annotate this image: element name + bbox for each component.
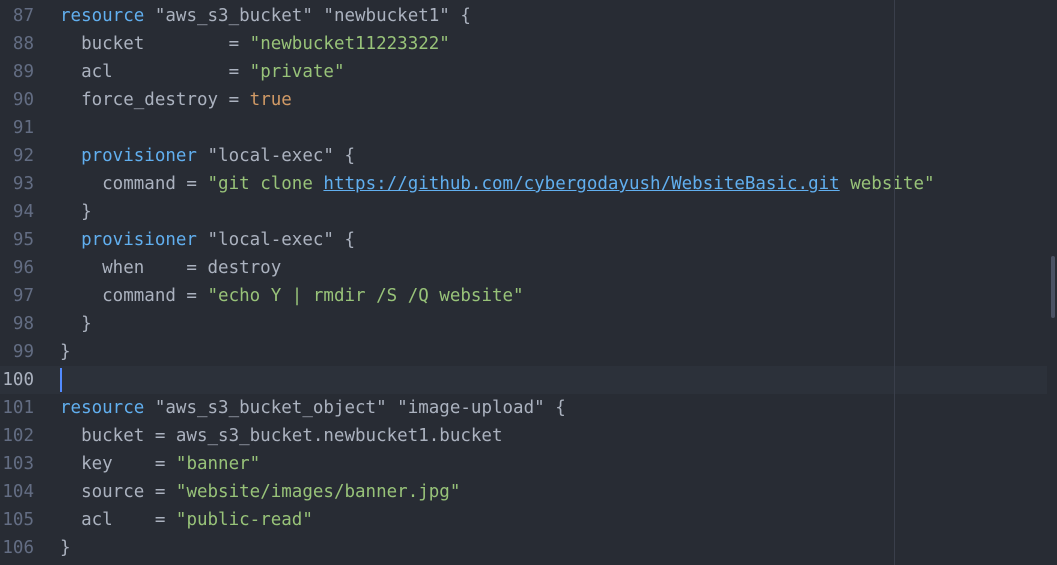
code-lines[interactable]: 87 resource "aws_s3_bucket" "newbucket1" …: [0, 2, 1047, 562]
line-number: 87: [12, 6, 34, 26]
code-line[interactable]: 94 }: [0, 198, 1047, 226]
code-editor[interactable]: 87 resource "aws_s3_bucket" "newbucket1" …: [0, 0, 1057, 565]
line-text[interactable]: provisioner "local-exec" {: [60, 226, 355, 254]
code-token: bucket = aws_s3_bucket.newbucket1.bucket: [60, 426, 503, 446]
code-token: "git clone: [207, 174, 324, 194]
code-token: true: [249, 90, 292, 110]
line-number: 94: [12, 202, 34, 222]
scrollbar-thumb[interactable]: [1051, 256, 1055, 318]
line-text[interactable]: resource "aws_s3_bucket" "newbucket1" {: [60, 2, 471, 30]
line-text[interactable]: command = "git clone https://github.com/…: [60, 170, 935, 198]
code-line[interactable]: 98 }: [0, 310, 1047, 338]
code-token: "public-read": [175, 510, 313, 530]
code-token: "local-exec" {: [196, 230, 356, 250]
line-number: 88: [12, 34, 34, 54]
code-line[interactable]: 89 acl = "private": [0, 58, 1047, 86]
line-text[interactable]: resource "aws_s3_bucket_object" "image-u…: [60, 394, 566, 422]
code-token: source =: [60, 482, 176, 502]
line-text[interactable]: }: [60, 310, 92, 338]
code-token: provisioner: [81, 146, 197, 166]
code-line[interactable]: 103 key = "banner": [0, 450, 1047, 478]
line-text[interactable]: bucket = aws_s3_bucket.newbucket1.bucket: [60, 422, 503, 450]
line-text[interactable]: key = "banner": [60, 450, 260, 478]
code-line[interactable]: 91: [0, 114, 1047, 142]
code-line[interactable]: 93 command = "git clone https://github.c…: [0, 170, 1047, 198]
code-token: resource: [60, 398, 145, 418]
code-token: }: [60, 314, 92, 334]
code-token: key =: [60, 454, 176, 474]
code-line[interactable]: 96 when = destroy: [0, 254, 1047, 282]
text-cursor: [60, 368, 62, 392]
line-number: 93: [12, 174, 34, 194]
code-token: "private": [249, 62, 345, 82]
code-line[interactable]: 90 force_destroy = true: [0, 86, 1047, 114]
wrap-guide: [894, 0, 895, 565]
line-text[interactable]: }: [60, 534, 71, 562]
line-text[interactable]: acl = "private": [60, 58, 344, 86]
code-line[interactable]: 100: [0, 366, 1047, 394]
line-number: 101: [2, 398, 34, 418]
vertical-scrollbar[interactable]: [1047, 0, 1057, 565]
code-token: resource: [60, 6, 145, 26]
code-line[interactable]: 92 provisioner "local-exec" {: [0, 142, 1047, 170]
line-number: 98: [12, 314, 34, 334]
line-number: 104: [2, 482, 34, 502]
code-token: "aws_s3_bucket_object" "image-upload" {: [144, 398, 566, 418]
code-token: "banner": [175, 454, 261, 474]
code-token: website": [839, 174, 935, 194]
code-line[interactable]: 102 bucket = aws_s3_bucket.newbucket1.bu…: [0, 422, 1047, 450]
line-text[interactable]: source = "website/images/banner.jpg": [60, 478, 460, 506]
code-line[interactable]: 99}: [0, 338, 1047, 366]
code-token: "website/images/banner.jpg": [175, 482, 461, 502]
line-number: 90: [12, 90, 34, 110]
line-text[interactable]: acl = "public-read": [60, 506, 313, 534]
code-token: force_destroy =: [60, 90, 250, 110]
code-token: when = destroy: [60, 258, 282, 278]
line-text[interactable]: }: [60, 338, 71, 366]
code-token: bucket =: [60, 34, 250, 54]
code-line[interactable]: 106}: [0, 534, 1047, 562]
line-text[interactable]: when = destroy: [60, 254, 281, 282]
code-token: acl =: [60, 62, 250, 82]
code-token: provisioner: [81, 230, 197, 250]
code-line[interactable]: 87 resource "aws_s3_bucket" "newbucket1" …: [0, 2, 1047, 30]
line-number: 92: [12, 146, 34, 166]
code-token: "echo Y | rmdir /S /Q website": [207, 286, 524, 306]
code-line[interactable]: 105 acl = "public-read": [0, 506, 1047, 534]
line-text[interactable]: provisioner "local-exec" {: [60, 142, 355, 170]
code-token: acl =: [60, 510, 176, 530]
code-line[interactable]: 101 resource "aws_s3_bucket_object" "imag…: [0, 394, 1047, 422]
line-text[interactable]: }: [60, 198, 92, 226]
code-token: "newbucket11223322": [249, 34, 450, 54]
line-number: 89: [12, 62, 34, 82]
line-number: 106: [2, 538, 34, 558]
line-text[interactable]: bucket = "newbucket11223322": [60, 30, 450, 58]
line-number: 97: [12, 286, 34, 306]
line-number: 103: [2, 454, 34, 474]
line-number: 102: [2, 426, 34, 446]
code-token: "local-exec" {: [196, 146, 356, 166]
code-token: }: [60, 538, 71, 558]
code-line[interactable]: 104 source = "website/images/banner.jpg": [0, 478, 1047, 506]
code-token: command =: [60, 174, 208, 194]
line-number: 91: [12, 118, 34, 138]
code-line[interactable]: 95 provisioner "local-exec" {: [0, 226, 1047, 254]
line-number: 99: [12, 342, 34, 362]
code-line[interactable]: 97 command = "echo Y | rmdir /S /Q websi…: [0, 282, 1047, 310]
code-token: }: [60, 342, 71, 362]
code-token: "aws_s3_bucket" "newbucket1" {: [144, 6, 471, 26]
line-number: 100: [2, 370, 34, 390]
code-token: command =: [60, 286, 208, 306]
code-line[interactable]: 88 bucket = "newbucket11223322": [0, 30, 1047, 58]
line-text[interactable]: command = "echo Y | rmdir /S /Q website": [60, 282, 524, 310]
code-token: }: [60, 202, 92, 222]
line-number: 95: [12, 230, 34, 250]
line-text[interactable]: force_destroy = true: [60, 86, 292, 114]
line-text[interactable]: [60, 366, 62, 394]
line-number: 105: [2, 510, 34, 530]
line-number: 96: [12, 258, 34, 278]
url-link[interactable]: https://github.com/cybergodayush/Website…: [323, 174, 839, 194]
